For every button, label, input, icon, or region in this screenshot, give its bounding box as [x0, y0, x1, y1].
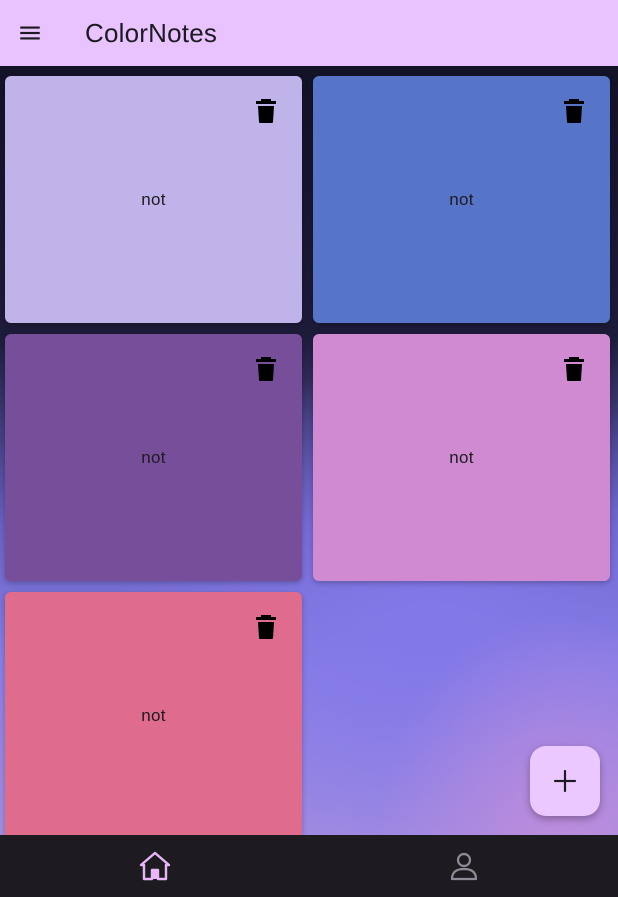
note-text: not [141, 448, 166, 467]
plus-icon [554, 770, 576, 792]
note-card[interactable]: not [5, 76, 302, 323]
trash-icon [256, 99, 276, 123]
menu-icon [20, 26, 40, 40]
home-icon [139, 851, 170, 881]
menu-button[interactable] [0, 3, 60, 63]
trash-icon [564, 99, 584, 123]
note-card[interactable]: not [5, 334, 302, 581]
bottom-navigation [0, 835, 618, 897]
person-icon [450, 852, 477, 881]
delete-note-button[interactable] [562, 98, 586, 124]
note-card[interactable]: not [313, 76, 610, 323]
app-bar: ColorNotes [0, 0, 618, 66]
delete-note-button[interactable] [254, 98, 278, 124]
note-card[interactable]: not [5, 592, 302, 835]
trash-icon [256, 615, 276, 639]
notes-grid: not not not not not [0, 66, 618, 835]
delete-note-button[interactable] [254, 614, 278, 640]
app-title: ColorNotes [85, 17, 218, 48]
note-text: not [449, 190, 474, 209]
nav-profile[interactable] [309, 835, 618, 897]
trash-icon [256, 357, 276, 381]
trash-icon [564, 357, 584, 381]
delete-note-button[interactable] [562, 356, 586, 382]
note-text: not [449, 448, 474, 467]
add-note-button[interactable] [530, 746, 600, 816]
note-card[interactable]: not [313, 334, 610, 581]
note-text: not [141, 706, 166, 725]
nav-home[interactable] [0, 835, 309, 897]
note-text: not [141, 190, 166, 209]
delete-note-button[interactable] [254, 356, 278, 382]
